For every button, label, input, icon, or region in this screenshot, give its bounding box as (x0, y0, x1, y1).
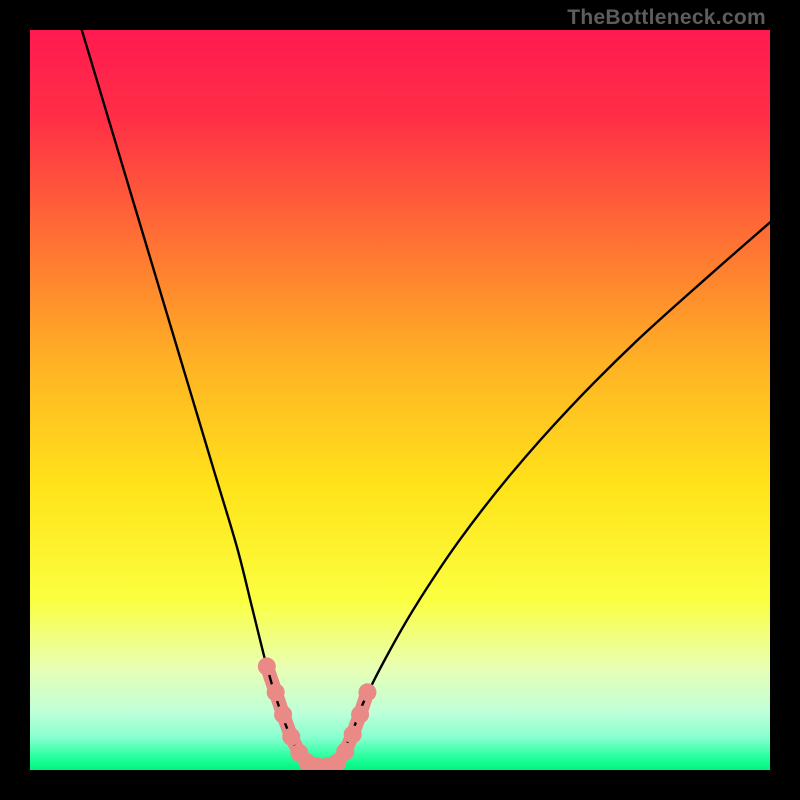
valley-marker-dot (358, 683, 376, 701)
curve-layer (30, 30, 770, 770)
valley-marker-dot (351, 706, 369, 724)
bottleneck-curve (82, 30, 770, 770)
watermark-text: TheBottleneck.com (567, 6, 766, 30)
valley-marker-dot (344, 725, 362, 743)
plot-area (30, 30, 770, 770)
valley-marker-dot (336, 743, 354, 761)
valley-marker-dot (267, 683, 285, 701)
valley-marker-dot (282, 728, 300, 746)
valley-marker-dot (274, 706, 292, 724)
valley-marker-dot (258, 657, 276, 675)
outer-frame: TheBottleneck.com (0, 0, 800, 800)
